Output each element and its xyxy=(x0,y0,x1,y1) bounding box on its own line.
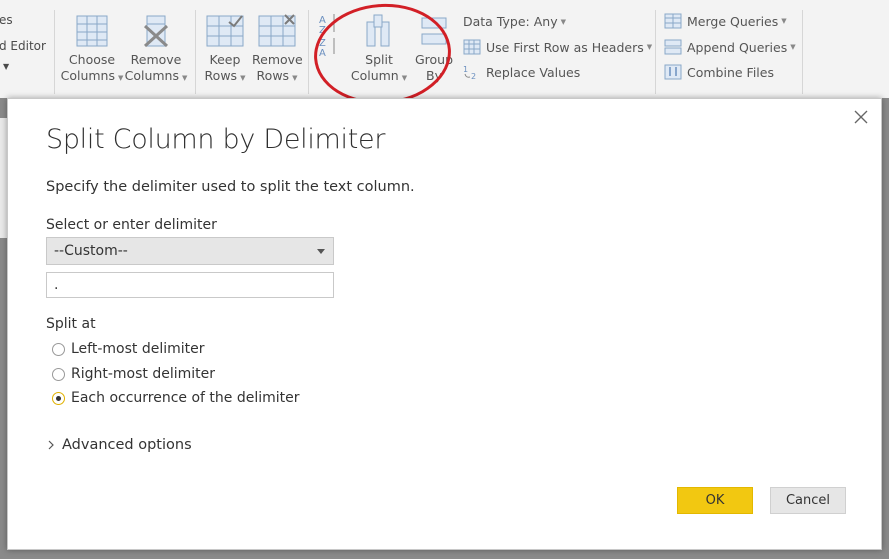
remove-columns-icon xyxy=(143,15,169,48)
merge-queries-button[interactable]: Merge Queries ▼ xyxy=(664,13,787,29)
keep-rows-label-2: Rows ▼ xyxy=(204,68,246,83)
ribbon-cut-caret[interactable]: ▼ xyxy=(3,62,9,71)
table-headers-icon xyxy=(463,39,481,55)
remove-columns-button[interactable]: Remove Columns ▼ xyxy=(124,14,188,86)
replace-values-icon: 1 2 xyxy=(463,65,476,80)
choose-columns-icon xyxy=(76,15,108,47)
radio-each-occurrence[interactable]: Each occurrence of the delimiter xyxy=(52,390,300,406)
chevron-down-icon: ▼ xyxy=(781,17,787,25)
radio-right-most[interactable]: Right-most delimiter xyxy=(52,366,215,382)
radio-left-most[interactable]: Left-most delimiter xyxy=(52,341,205,357)
advanced-options-label: Advanced options xyxy=(62,437,192,453)
remove-rows-icon xyxy=(258,14,296,47)
chevron-right-icon xyxy=(48,440,54,450)
radio-button[interactable] xyxy=(52,342,65,356)
combine-files-label: Combine Files xyxy=(687,64,774,80)
append-queries-icon xyxy=(664,39,682,55)
combine-files-button[interactable]: Combine Files xyxy=(664,64,774,80)
choose-columns-button[interactable]: Choose Columns ▼ xyxy=(60,14,124,86)
keep-rows-icon xyxy=(206,15,244,47)
ok-button[interactable]: OK xyxy=(677,487,753,514)
remove-rows-button[interactable]: Remove Rows ▼ xyxy=(252,14,303,86)
use-first-row-label: Use First Row as Headers xyxy=(486,39,644,55)
radio-label-right-most: Right-most delimiter xyxy=(71,366,216,382)
close-icon[interactable] xyxy=(853,109,869,125)
ribbon-separator xyxy=(655,10,656,94)
split-at-label: Split at xyxy=(46,316,96,332)
remove-rows-label-2: Rows ▼ xyxy=(256,68,298,83)
remove-columns-label-2: Columns ▼ xyxy=(124,68,188,83)
custom-delimiter-input[interactable]: . xyxy=(46,272,334,298)
chevron-down-icon: ▼ xyxy=(790,43,796,51)
advanced-options-toggle[interactable]: Advanced options xyxy=(46,437,192,453)
append-queries-button[interactable]: Append Queries ▼ xyxy=(664,39,796,55)
ribbon-separator xyxy=(802,10,803,94)
delimiter-dropdown[interactable]: --Custom-- xyxy=(46,237,334,265)
ribbon-cut-label-2[interactable]: d Editor xyxy=(0,39,46,53)
merge-queries-label: Merge Queries xyxy=(687,13,779,29)
delimiter-label: Select or enter delimiter xyxy=(46,217,217,233)
ribbon-separator xyxy=(308,10,309,94)
split-column-dialog: Split Column by Delimiter Specify the de… xyxy=(7,98,882,550)
chevron-down-icon xyxy=(317,249,325,254)
replace-values-button[interactable]: 1 2 Replace Values xyxy=(463,64,581,81)
ribbon-separator xyxy=(54,10,55,94)
remove-columns-label-1: Remove xyxy=(130,52,182,67)
radio-label-each-occurrence: Each occurrence of the delimiter xyxy=(71,390,300,406)
ribbon-separator xyxy=(195,10,196,94)
dialog-title: Split Column by Delimiter xyxy=(46,124,386,155)
choose-columns-label-1: Choose xyxy=(68,52,116,67)
chevron-down-icon: ▼ xyxy=(646,43,653,51)
remove-rows-label-1: Remove xyxy=(252,52,303,67)
keep-rows-label-1: Keep xyxy=(209,52,241,67)
data-type-dropdown[interactable]: Data Type: Any ▼ xyxy=(463,14,566,29)
radio-label-left-most: Left-most delimiter xyxy=(71,341,205,357)
use-first-row-as-headers-button[interactable]: Use First Row as Headers ▼ xyxy=(463,39,652,55)
radio-button-selected[interactable] xyxy=(52,391,65,405)
svg-text:1: 1 xyxy=(463,65,468,74)
keep-rows-button[interactable]: Keep Rows ▼ xyxy=(202,14,248,86)
delimiter-dropdown-value: --Custom-- xyxy=(54,243,128,259)
data-type-label: Data Type: Any xyxy=(463,14,558,29)
append-queries-label: Append Queries xyxy=(687,39,788,55)
svg-text:2: 2 xyxy=(471,72,476,80)
dialog-description: Specify the delimiter used to split the … xyxy=(46,179,415,195)
combine-files-icon xyxy=(664,64,682,80)
replace-values-label: Replace Values xyxy=(486,64,581,80)
chevron-down-icon: ▼ xyxy=(560,17,566,26)
merge-queries-icon xyxy=(664,13,682,29)
choose-columns-label-2: Columns ▼ xyxy=(60,68,124,83)
cancel-button[interactable]: Cancel xyxy=(770,487,846,514)
ribbon-cut-label-1[interactable]: es xyxy=(0,13,13,27)
radio-button[interactable] xyxy=(52,367,65,381)
